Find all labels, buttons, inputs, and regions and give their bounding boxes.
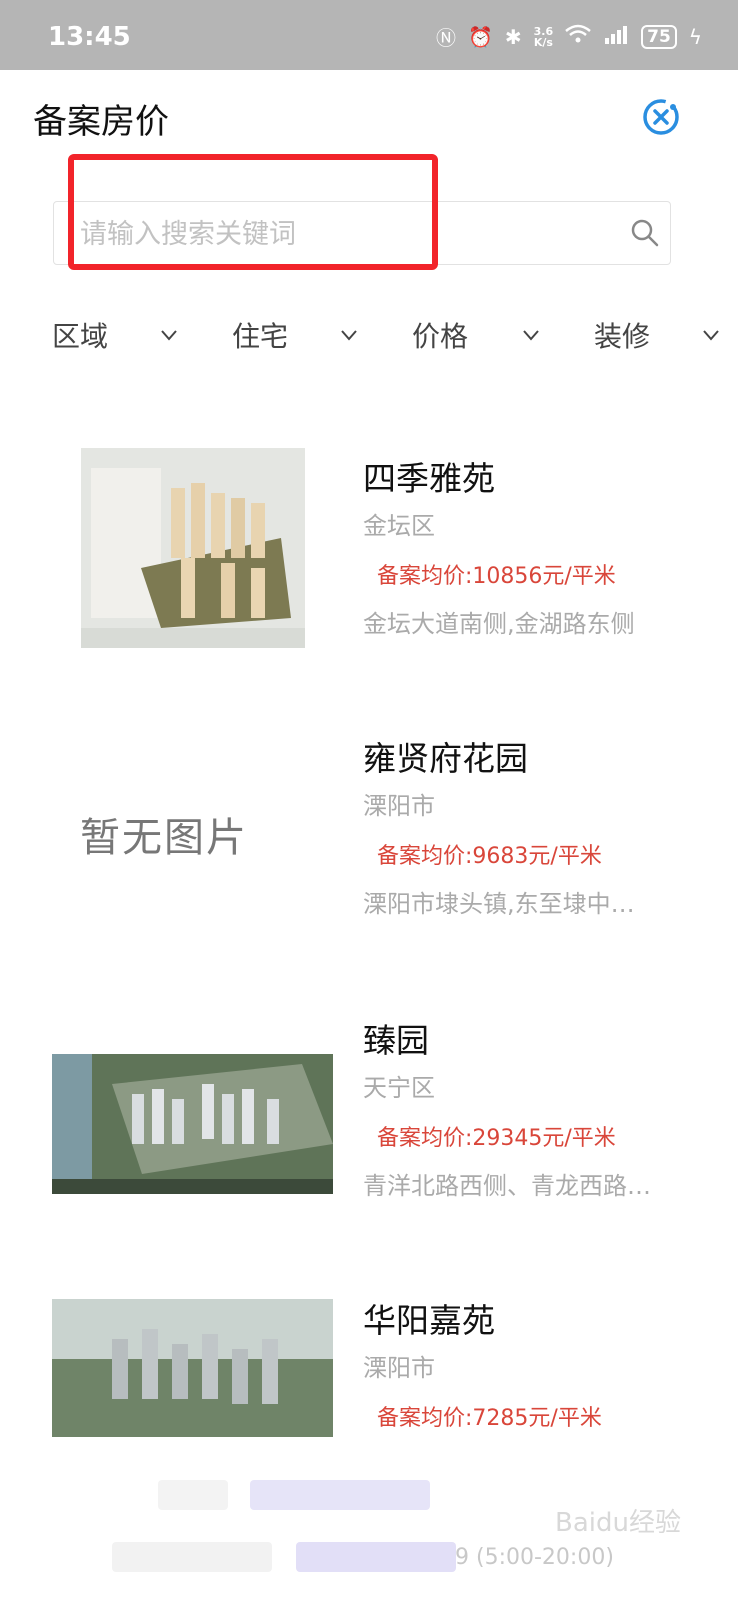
listing-district: 溧阳市 bbox=[363, 1354, 435, 1382]
building-render-image bbox=[52, 1299, 333, 1437]
chevron-down-icon[interactable] bbox=[522, 328, 540, 342]
bluetooth-icon: ✱ bbox=[504, 24, 522, 49]
speed-unit: K/s bbox=[533, 35, 553, 49]
blurred-block bbox=[158, 1480, 228, 1510]
listing-thumbnail bbox=[52, 1299, 333, 1437]
filter-label: 装修 bbox=[594, 320, 651, 353]
listing-item[interactable]: 臻园 天宁区 备案均价:29345元/平米 青洋北路西侧、青龙西路… bbox=[0, 992, 738, 1232]
listing-price: 备案均价:10856元/平米 bbox=[377, 564, 616, 589]
search-icon[interactable] bbox=[630, 218, 660, 248]
status-bar: 13:45 Ⓝ ⏰ ✱ 3.6 K/s 75 ϟ bbox=[0, 0, 738, 70]
network-speed: 3.6 K/s bbox=[534, 26, 554, 48]
blurred-block bbox=[296, 1542, 456, 1572]
listing-name: 华阳嘉苑 bbox=[363, 1301, 495, 1340]
status-time: 13:45 bbox=[48, 22, 131, 52]
annotation-highlight-box bbox=[68, 154, 438, 270]
filter-residential[interactable]: 住宅 bbox=[232, 300, 288, 370]
status-icons: Ⓝ ⏰ ✱ 3.6 K/s 75 ϟ bbox=[436, 22, 702, 51]
listing-price: 备案均价:29345元/平米 bbox=[377, 1126, 616, 1151]
watermark-logo: Baidu经验 bbox=[555, 1508, 681, 1538]
chevron-down-icon[interactable] bbox=[702, 328, 720, 342]
listing-address: 金坛大道南侧,金湖路东侧 bbox=[363, 610, 635, 638]
blurred-block bbox=[112, 1542, 272, 1572]
nfc-icon: Ⓝ bbox=[435, 26, 456, 50]
battery-indicator: 75 bbox=[641, 24, 677, 49]
filter-region[interactable]: 区域 bbox=[52, 300, 108, 370]
filter-price[interactable]: 价格 bbox=[412, 300, 468, 370]
listing-name: 雍贤府花园 bbox=[363, 739, 528, 778]
filter-label: 价格 bbox=[412, 320, 469, 353]
footer-hours: 9 (5:00-20:00) bbox=[455, 1545, 614, 1570]
chevron-down-icon[interactable] bbox=[340, 328, 358, 342]
filter-decoration[interactable]: 装修 bbox=[594, 300, 650, 370]
wifi-icon bbox=[565, 24, 591, 49]
listing-name: 四季雅苑 bbox=[363, 459, 495, 498]
listing-district: 天宁区 bbox=[363, 1074, 435, 1102]
alarm-icon: ⏰ bbox=[467, 24, 493, 49]
listing-address: 青洋北路西侧、青龙西路… bbox=[363, 1172, 651, 1200]
no-image-placeholder: 暂无图片 bbox=[80, 815, 248, 861]
listing-price: 备案均价:9683元/平米 bbox=[377, 844, 602, 869]
listing-price: 备案均价:7285元/平米 bbox=[377, 1406, 602, 1431]
signal-icon bbox=[603, 24, 629, 49]
listing-thumbnail bbox=[81, 448, 305, 648]
listing-thumbnail bbox=[52, 1054, 333, 1194]
blurred-block bbox=[250, 1480, 430, 1510]
filter-label: 区域 bbox=[52, 320, 109, 353]
close-circle-icon bbox=[643, 99, 679, 135]
filter-label: 住宅 bbox=[232, 320, 289, 353]
chevron-down-icon[interactable] bbox=[160, 328, 178, 342]
building-render-image bbox=[81, 448, 305, 648]
filter-bar: 区域 住宅 价格 装修 bbox=[0, 300, 738, 370]
building-render-image bbox=[52, 1054, 333, 1194]
listing-address: 溧阳市埭头镇,东至埭中… bbox=[363, 890, 635, 918]
listing-item[interactable]: 四季雅苑 金坛区 备案均价:10856元/平米 金坛大道南侧,金湖路东侧 bbox=[0, 430, 738, 670]
close-button[interactable] bbox=[642, 98, 680, 136]
page-title: 备案房价 bbox=[33, 102, 169, 142]
listing-name: 臻园 bbox=[363, 1021, 429, 1060]
listing-district: 金坛区 bbox=[363, 512, 435, 540]
charging-icon: ϟ bbox=[688, 24, 702, 49]
listing-district: 溧阳市 bbox=[363, 792, 435, 820]
listing-item[interactable]: 暂无图片 雍贤府花园 溧阳市 备案均价:9683元/平米 溧阳市埭头镇,东至埭中… bbox=[0, 710, 738, 950]
